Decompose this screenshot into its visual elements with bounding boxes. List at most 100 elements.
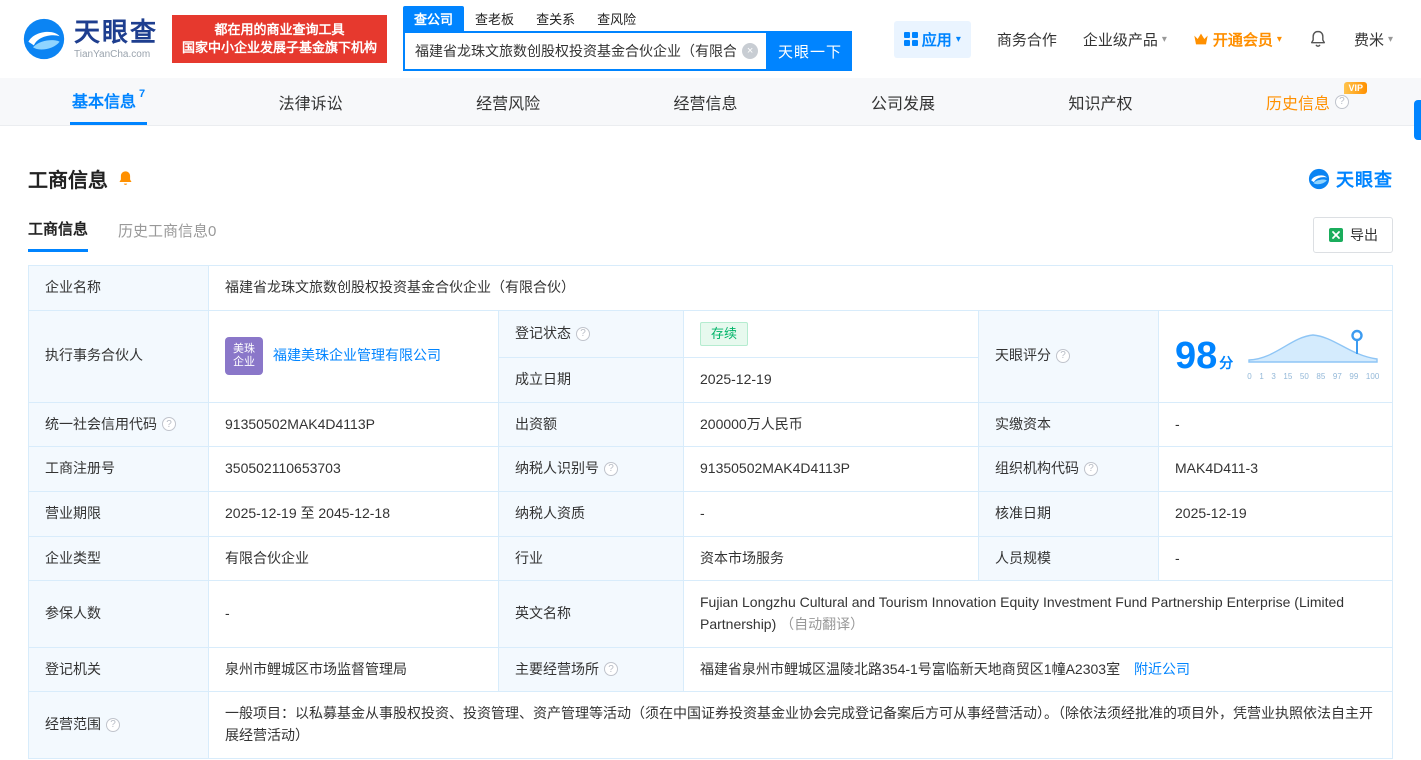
tab-operational-risk[interactable]: 经营风险 bbox=[474, 78, 542, 125]
help-icon[interactable]: ? bbox=[1084, 462, 1098, 477]
label-insured-count: 参保人数 bbox=[28, 580, 209, 648]
registration-status-label: 登记状态 bbox=[515, 324, 571, 341]
value-registration-authority: 泉州市鲤城区市场监督管理局 bbox=[208, 646, 499, 693]
search-tab-risk[interactable]: 查风险 bbox=[586, 6, 647, 31]
label-company-name: 企业名称 bbox=[28, 265, 209, 311]
bell-icon bbox=[1310, 30, 1325, 47]
help-icon[interactable]: ? bbox=[604, 462, 618, 477]
vip-badge: VIP bbox=[1344, 82, 1367, 94]
help-icon[interactable]: ? bbox=[576, 326, 590, 341]
tab-basic-info-count: 7 bbox=[139, 88, 146, 100]
chevron-down-icon: ▾ bbox=[1276, 33, 1282, 45]
open-vip-menu[interactable]: 开通会员 ▾ bbox=[1193, 29, 1282, 50]
label-company-type: 企业类型 bbox=[28, 535, 209, 582]
score-axis: 0 1 3 15 50 85 97 99 100 bbox=[1247, 371, 1380, 381]
tab-business-info-label: 经营信息 bbox=[673, 95, 738, 113]
business-registration-table: 企业名称 福建省龙珠文旅数创股权投资基金合伙企业（有限合伙） 执行事务合伙人 美… bbox=[28, 265, 1393, 759]
enterprise-products-label: 企业级产品 bbox=[1082, 31, 1158, 49]
tianyancha-logo-icon bbox=[23, 18, 65, 60]
premises-label: 主要经营场所 bbox=[515, 660, 599, 677]
main-content: 工商信息 天眼查 工商信息 历史工商信息0 导出 企业名称 福建省龙珠文旅数创股… bbox=[0, 164, 1421, 759]
table-row: 参保人数 - 英文名称 Fujian Longzhu Cultural and … bbox=[28, 580, 1393, 648]
label-business-scope: 经营范围 ? bbox=[28, 691, 209, 759]
label-staff-size: 人员规模 bbox=[978, 535, 1159, 582]
logo-domain: TianYanCha.com bbox=[74, 48, 151, 60]
chevron-down-icon: ▾ bbox=[1387, 33, 1393, 45]
search-tab-boss[interactable]: 查老板 bbox=[464, 6, 525, 31]
crown-icon bbox=[1194, 33, 1208, 45]
search-tab-company[interactable]: 查公司 bbox=[403, 6, 465, 31]
label-paid-in-capital: 实缴资本 bbox=[978, 401, 1159, 448]
value-paid-in-capital: - bbox=[1158, 401, 1393, 448]
english-name-note: （自动翻译） bbox=[780, 615, 865, 632]
label-premises: 主要经营场所 ? bbox=[498, 646, 684, 693]
value-english-name: Fujian Longzhu Cultural and Tourism Inno… bbox=[683, 580, 1393, 648]
tab-history-info[interactable]: VIP 历史信息 ? bbox=[1264, 78, 1367, 125]
tianyancha-logo[interactable]: 天眼查 TianYanCha.com bbox=[22, 17, 158, 61]
label-taxpayer-id: 纳税人识别号 ? bbox=[498, 446, 684, 492]
tab-operational-risk-label: 经营风险 bbox=[476, 95, 541, 113]
page-header: 天眼查 TianYanCha.com 都在用的商业查询工具 国家中小企业发展子基… bbox=[0, 0, 1421, 78]
label-english-name: 英文名称 bbox=[498, 580, 684, 648]
tab-basic-info[interactable]: 基本信息 7 bbox=[70, 78, 148, 125]
excel-icon bbox=[1329, 228, 1343, 242]
help-icon[interactable]: ? bbox=[1334, 94, 1349, 109]
value-registration-number: 350502110653703 bbox=[208, 446, 499, 492]
subtab-registration-info[interactable]: 工商信息 bbox=[28, 218, 89, 252]
search-tab-relation[interactable]: 查关系 bbox=[525, 6, 586, 31]
status-badge: 存续 bbox=[700, 321, 749, 346]
label-executive-partner: 执行事务合伙人 bbox=[28, 309, 209, 403]
label-registration-status: 登记状态 ? bbox=[498, 309, 684, 358]
partner-logo-line2: 企业 bbox=[233, 356, 255, 369]
business-cooperation-label: 商务合作 bbox=[996, 31, 1057, 49]
search-box: × 天眼一下 bbox=[403, 31, 853, 71]
company-nav-tabs: 基本信息 7 法律诉讼 经营风险 经营信息 公司发展 知识产权 VIP 历史信息 … bbox=[0, 78, 1421, 126]
logo-name: 天眼查 bbox=[74, 17, 159, 48]
value-business-term: 2025-12-19 至 2045-12-18 bbox=[208, 490, 499, 537]
tab-intellectual-property[interactable]: 知识产权 bbox=[1066, 78, 1134, 125]
value-staff-size: - bbox=[1158, 535, 1393, 582]
tab-legal-proceedings[interactable]: 法律诉讼 bbox=[277, 78, 345, 125]
subscribe-bell-icon[interactable] bbox=[116, 169, 135, 188]
value-taxpayer-quality: - bbox=[683, 490, 979, 537]
subtab-history-registration-info[interactable]: 历史工商信息0 bbox=[118, 220, 216, 251]
tab-company-development[interactable]: 公司发展 bbox=[869, 78, 937, 125]
export-button[interactable]: 导出 bbox=[1313, 217, 1393, 253]
table-row: 企业类型 有限合伙企业 行业 资本市场服务 人员规模 - bbox=[28, 535, 1393, 582]
score-chart: 0 1 3 15 50 85 97 99 100 bbox=[1247, 329, 1379, 383]
table-row: 统一社会信用代码 ? 91350502MAK4D4113P 出资额 200000… bbox=[28, 401, 1393, 448]
label-registration-number: 工商注册号 bbox=[28, 446, 209, 492]
tab-business-info[interactable]: 经营信息 bbox=[672, 78, 740, 125]
help-icon[interactable]: ? bbox=[604, 662, 618, 677]
side-float-handle[interactable] bbox=[1414, 100, 1421, 140]
user-menu[interactable]: 费米 ▾ bbox=[1354, 29, 1393, 50]
table-row: 经营范围 ? 一般项目：以私募基金从事股权投资、投资管理、资产管理等活动（须在中… bbox=[28, 691, 1393, 759]
promo-banner-line1: 都在用的商业查询工具 bbox=[214, 22, 345, 37]
help-icon[interactable]: ? bbox=[1056, 349, 1070, 364]
label-approval-date: 核准日期 bbox=[978, 490, 1159, 537]
help-icon[interactable]: ? bbox=[162, 417, 176, 432]
score-pin-head bbox=[1351, 329, 1363, 342]
label-credit-code: 统一社会信用代码 ? bbox=[28, 401, 209, 448]
nearby-companies-link[interactable]: 附近公司 bbox=[1134, 661, 1190, 677]
value-tianyancha-score[interactable]: 98 分 0 1 3 15 50 85 97 99 100 bbox=[1158, 309, 1393, 403]
notification-bell[interactable] bbox=[1308, 29, 1328, 49]
tab-basic-info-label: 基本信息 bbox=[72, 94, 137, 111]
apps-menu[interactable]: 应用 ▾ bbox=[893, 20, 971, 58]
tab-legal-proceedings-label: 法律诉讼 bbox=[278, 95, 343, 113]
taxpayer-id-label: 纳税人识别号 bbox=[515, 460, 599, 477]
enterprise-products-menu[interactable]: 企业级产品 ▾ bbox=[1083, 29, 1167, 50]
business-cooperation-link[interactable]: 商务合作 bbox=[997, 29, 1057, 50]
tianyancha-brand-icon bbox=[1308, 168, 1330, 189]
partner-company-logo: 美珠 企业 bbox=[225, 337, 263, 376]
clear-search-icon[interactable]: × bbox=[742, 43, 759, 59]
value-org-code: MAK4D411-3 bbox=[1158, 446, 1393, 492]
help-icon[interactable]: ? bbox=[106, 718, 120, 733]
label-establish-date: 成立日期 bbox=[498, 356, 684, 403]
table-row: 企业名称 福建省龙珠文旅数创股权投资基金合伙企业（有限合伙） bbox=[28, 265, 1393, 311]
search-button[interactable]: 天眼一下 bbox=[768, 31, 853, 71]
value-registration-status: 存续 bbox=[683, 309, 979, 358]
value-establish-date: 2025-12-19 bbox=[683, 356, 979, 403]
partner-company-link[interactable]: 福建美珠企业管理有限公司 bbox=[273, 345, 441, 367]
search-input[interactable] bbox=[415, 43, 737, 59]
